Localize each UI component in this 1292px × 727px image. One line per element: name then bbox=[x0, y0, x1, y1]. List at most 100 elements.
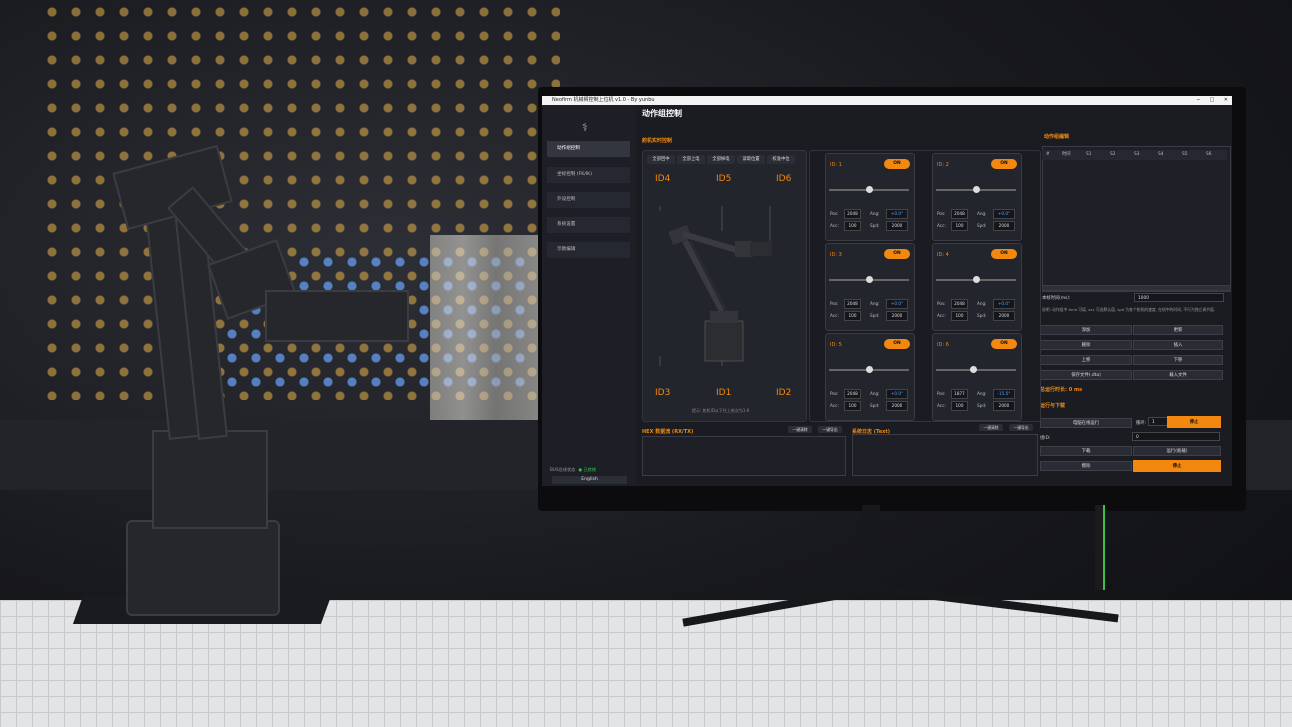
spd-label: Spd: bbox=[870, 223, 880, 228]
pos-field[interactable]: 1877 bbox=[951, 389, 968, 399]
acc-field[interactable]: 100 bbox=[951, 221, 968, 231]
pos-field[interactable]: 2048 bbox=[844, 209, 861, 219]
servo-power-toggle[interactable]: ON bbox=[884, 159, 910, 169]
servo-power-toggle[interactable]: ON bbox=[884, 339, 910, 349]
sidebar-item-system-settings[interactable]: 系统设置 bbox=[547, 217, 630, 233]
servo-id-label: ID: 5 bbox=[830, 342, 842, 348]
hex-clear-button[interactable]: 一键清除 bbox=[788, 426, 812, 433]
servo-slider-handle[interactable] bbox=[865, 366, 873, 373]
robot-arm-diagram bbox=[659, 206, 772, 366]
servo-slider-handle[interactable] bbox=[972, 186, 980, 193]
servo-id-label: ID: 2 bbox=[937, 162, 949, 168]
servo-id-label: ID: 3 bbox=[830, 252, 842, 258]
hex-export-button[interactable]: 一键导出 bbox=[818, 426, 842, 433]
read-position-button[interactable]: 读取位置 bbox=[737, 155, 765, 164]
stop-onboard-button[interactable]: 停止 bbox=[1133, 460, 1221, 472]
stop-online-button[interactable]: 停止 bbox=[1167, 416, 1221, 428]
bus-status: BUS总线状态 ● 已就绪 bbox=[550, 467, 596, 473]
save-file-button[interactable]: 保存文件(.dta) bbox=[1040, 370, 1132, 380]
acc-label: Acc: bbox=[937, 403, 946, 408]
move-down-button[interactable]: 下移 bbox=[1133, 355, 1223, 365]
servo-slider-handle[interactable] bbox=[969, 366, 977, 373]
close-button[interactable]: ✕ bbox=[1224, 97, 1228, 103]
group-id-input[interactable]: 0 bbox=[1132, 432, 1220, 441]
ang-label: Ang: bbox=[870, 391, 880, 396]
servo-slider-handle[interactable] bbox=[865, 186, 873, 193]
pos-field[interactable]: 2048 bbox=[844, 389, 861, 399]
servo-power-toggle[interactable]: ON bbox=[991, 339, 1017, 349]
center-all-button[interactable]: 全部回中 bbox=[647, 155, 675, 164]
id5-label: ID5 bbox=[716, 174, 732, 184]
update-frame-button[interactable]: 更新 bbox=[1133, 325, 1223, 335]
col-index: # bbox=[1046, 152, 1050, 157]
spd-label: Spd: bbox=[977, 313, 987, 318]
servo-slider-handle[interactable] bbox=[972, 276, 980, 283]
ang-field[interactable]: +0.0° bbox=[886, 299, 908, 309]
servo-power-toggle[interactable]: ON bbox=[991, 249, 1017, 259]
robot-base bbox=[126, 520, 280, 616]
action-table[interactable] bbox=[1042, 146, 1231, 292]
power-on-all-button[interactable]: 全部上电 bbox=[677, 155, 705, 164]
maximize-button[interactable]: □ bbox=[1209, 97, 1214, 103]
log-clear-button[interactable]: 一键清除 bbox=[979, 424, 1003, 431]
ang-field[interactable]: +0.0° bbox=[886, 389, 908, 399]
pos-field[interactable]: 2048 bbox=[844, 299, 861, 309]
spd-field[interactable]: 2000 bbox=[886, 311, 908, 321]
editor-note: 说明: 动作组中 time 可填, acc 可选默认值, spd 为各个舵机的速… bbox=[1042, 307, 1215, 312]
system-log-box[interactable] bbox=[852, 434, 1038, 476]
acc-field[interactable]: 100 bbox=[844, 401, 861, 411]
table-scrollbar[interactable] bbox=[1042, 285, 1231, 291]
pos-label: Pos: bbox=[937, 391, 946, 396]
sidebar-item-coordinate-control[interactable]: 坐标控制 (FK/IK) bbox=[547, 167, 630, 183]
load-file-button[interactable]: 载入文件 bbox=[1133, 370, 1223, 380]
servo-id-label: ID: 4 bbox=[937, 252, 949, 258]
sidebar-item-teach-edit[interactable]: 示教编辑 bbox=[547, 242, 630, 258]
spd-field[interactable]: 2000 bbox=[993, 401, 1015, 411]
acc-field[interactable]: 100 bbox=[844, 221, 861, 231]
insert-frame-button[interactable]: 插入 bbox=[1133, 340, 1223, 350]
servo-slider-handle[interactable] bbox=[865, 276, 873, 283]
acc-field[interactable]: 100 bbox=[951, 311, 968, 321]
ang-label: Ang: bbox=[977, 301, 987, 306]
spd-label: Spd: bbox=[870, 313, 880, 318]
calibrate-center-button[interactable]: 校准中位 bbox=[767, 155, 795, 164]
ang-field[interactable]: +0.0° bbox=[886, 209, 908, 219]
servo-power-toggle[interactable]: ON bbox=[884, 249, 910, 259]
language-button[interactable]: English bbox=[552, 476, 627, 484]
delete-frame-button[interactable]: 删除 bbox=[1040, 340, 1132, 350]
erase-button[interactable]: 擦除 bbox=[1040, 461, 1132, 471]
spd-field[interactable]: 2000 bbox=[993, 311, 1015, 321]
acc-field[interactable]: 100 bbox=[844, 311, 861, 321]
log-export-button[interactable]: 一键导出 bbox=[1009, 424, 1033, 431]
sidebar-item-action-group[interactable]: 动作组控制 bbox=[547, 141, 630, 157]
spd-field[interactable]: 2000 bbox=[886, 401, 908, 411]
robot-gripper bbox=[265, 290, 409, 342]
add-frame-button[interactable]: 添加 bbox=[1040, 325, 1132, 335]
run-onboard-button[interactable]: 运行(板载) bbox=[1133, 446, 1221, 456]
frame-time-input[interactable]: 1000 bbox=[1134, 293, 1224, 302]
spd-field[interactable]: 2000 bbox=[993, 221, 1015, 231]
bus-status-label: BUS总线状态 bbox=[550, 467, 576, 472]
servo-card-4: ID: 4 ON Pos: 2048 Ang: +0.0° Acc: 100 S… bbox=[932, 243, 1022, 331]
sidebar-item-peripheral-control[interactable]: 外设控制 bbox=[547, 192, 630, 208]
pos-field[interactable]: 2048 bbox=[951, 209, 968, 219]
online-run-button[interactable]: 电脑在线运行 bbox=[1040, 418, 1132, 428]
ang-field[interactable]: +0.0° bbox=[993, 209, 1015, 219]
download-button[interactable]: 下载 bbox=[1040, 446, 1132, 456]
hex-stream-box[interactable] bbox=[642, 436, 846, 476]
power-off-all-button[interactable]: 全部掉电 bbox=[707, 155, 735, 164]
ang-field[interactable]: -15.0° bbox=[993, 389, 1015, 399]
minimize-button[interactable]: ─ bbox=[1197, 97, 1200, 103]
pos-field[interactable]: 2048 bbox=[951, 299, 968, 309]
ang-field[interactable]: +0.0° bbox=[993, 299, 1015, 309]
pos-label: Pos: bbox=[830, 301, 839, 306]
spd-field[interactable]: 2000 bbox=[886, 221, 908, 231]
move-up-button[interactable]: 上移 bbox=[1040, 355, 1132, 365]
acc-field[interactable]: 100 bbox=[951, 401, 968, 411]
id2-label: ID2 bbox=[776, 388, 792, 398]
monitor-cable bbox=[1095, 505, 1105, 590]
servo-power-toggle[interactable]: ON bbox=[991, 159, 1017, 169]
robot-servo-1 bbox=[152, 430, 268, 529]
servo-id-label: ID: 6 bbox=[937, 342, 949, 348]
col-s3: S3 bbox=[1134, 152, 1140, 157]
